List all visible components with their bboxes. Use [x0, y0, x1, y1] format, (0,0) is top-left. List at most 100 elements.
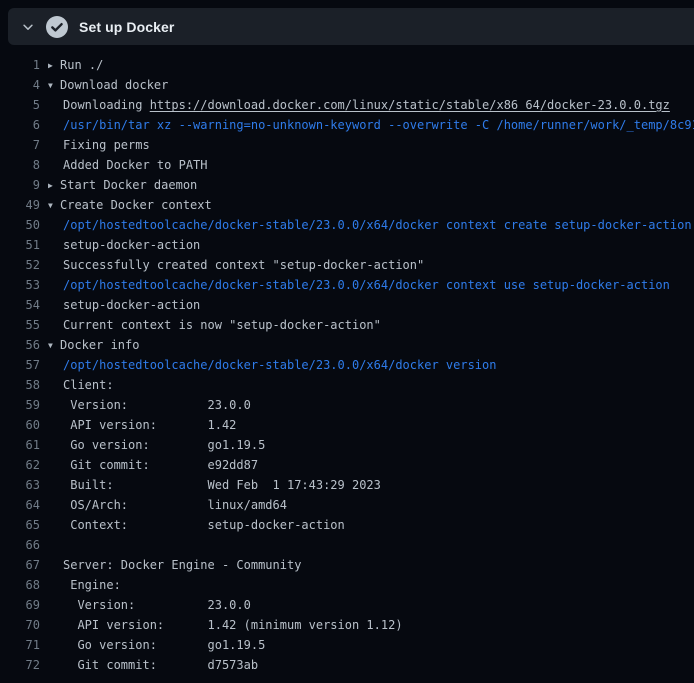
line-number[interactable]: 59 — [0, 395, 40, 415]
log-line: 50/opt/hostedtoolcache/docker-stable/23.… — [0, 215, 694, 235]
log-line: 57/opt/hostedtoolcache/docker-stable/23.… — [0, 355, 694, 375]
line-number[interactable]: 49 — [0, 195, 40, 215]
line-number[interactable]: 65 — [0, 515, 40, 535]
log-line: 53/opt/hostedtoolcache/docker-stable/23.… — [0, 275, 694, 295]
line-number[interactable]: 53 — [0, 275, 40, 295]
log-text: Git commit: e92dd87 — [48, 455, 694, 475]
line-number[interactable]: 5 — [0, 95, 40, 115]
line-number[interactable]: 68 — [0, 575, 40, 595]
log-line: 5 Downloading https://download.docker.com… — [0, 95, 694, 115]
line-number[interactable]: 52 — [0, 255, 40, 275]
log-line: 4 ▼Download docker — [0, 75, 694, 95]
line-number[interactable]: 61 — [0, 435, 40, 455]
step-title: Set up Docker — [79, 19, 174, 35]
log-text: API version: 1.42 (minimum version 1.12) — [48, 615, 694, 635]
log-text: Downloading https://download.docker.com/… — [48, 95, 694, 115]
log-group-toggle[interactable]: ▼Create Docker context — [48, 195, 694, 215]
triangle-expanded-icon: ▼ — [48, 336, 60, 355]
log-line: 67Server: Docker Engine - Community — [0, 555, 694, 575]
line-number[interactable]: 7 — [0, 135, 40, 155]
success-icon — [46, 16, 68, 38]
line-number[interactable]: 71 — [0, 635, 40, 655]
log-text — [48, 535, 694, 555]
log-line: 63 Built: Wed Feb 1 17:43:29 2023 — [0, 475, 694, 495]
log-text: API version: 1.42 — [48, 415, 694, 435]
line-number[interactable]: 54 — [0, 295, 40, 315]
log-text: Git commit: d7573ab — [48, 655, 694, 675]
log-text: /usr/bin/tar xz --warning=no-unknown-key… — [48, 115, 694, 135]
log-line: 64 OS/Arch: linux/amd64 — [0, 495, 694, 515]
line-number[interactable]: 63 — [0, 475, 40, 495]
log-line: 51 setup-docker-action — [0, 235, 694, 255]
line-number[interactable]: 9 — [0, 175, 40, 195]
log-line: 71 Go version: go1.19.5 — [0, 635, 694, 655]
log-line: 52 Successfully created context "setup-do… — [0, 255, 694, 275]
actions-log-viewer: Set up Docker 1▶Run ./4▼Download docker5… — [0, 0, 694, 683]
log-text: setup-docker-action — [48, 295, 694, 315]
log-line: 6/usr/bin/tar xz --warning=no-unknown-ke… — [0, 115, 694, 135]
line-number[interactable]: 64 — [0, 495, 40, 515]
log-line: 49 ▼Create Docker context — [0, 195, 694, 215]
log-line: 66 — [0, 535, 694, 555]
line-number[interactable]: 62 — [0, 455, 40, 475]
line-number[interactable]: 72 — [0, 655, 40, 675]
line-number[interactable]: 51 — [0, 235, 40, 255]
log-line: 55 Current context is now "setup-docker-a… — [0, 315, 694, 335]
log-line: 69 Version: 23.0.0 — [0, 595, 694, 615]
line-number[interactable]: 55 — [0, 315, 40, 335]
log-line: 1 ▶Run ./ — [0, 55, 694, 75]
log-text: /opt/hostedtoolcache/docker-stable/23.0.… — [48, 275, 694, 295]
log-line: 9 ▶Start Docker daemon — [0, 175, 694, 195]
log-line: 59 Version: 23.0.0 — [0, 395, 694, 415]
line-number[interactable]: 8 — [0, 155, 40, 175]
line-number[interactable]: 56 — [0, 335, 40, 355]
line-number[interactable]: 69 — [0, 595, 40, 615]
log-line: 60 API version: 1.42 — [0, 415, 694, 435]
line-number[interactable]: 70 — [0, 615, 40, 635]
log-line: 58 Client: — [0, 375, 694, 395]
log-text: Added Docker to PATH — [48, 155, 694, 175]
log-text: Successfully created context "setup-dock… — [48, 255, 694, 275]
log-line: 61 Go version: go1.19.5 — [0, 435, 694, 455]
group-title: Download docker — [60, 78, 168, 92]
log-line: 54 setup-docker-action — [0, 295, 694, 315]
log-text: OS/Arch: linux/amd64 — [48, 495, 694, 515]
log-group-toggle[interactable]: ▶Run ./ — [48, 55, 694, 75]
log-lines: 1▶Run ./4▼Download docker5Downloading ht… — [0, 45, 694, 683]
line-number[interactable]: 67 — [0, 555, 40, 575]
triangle-expanded-icon: ▼ — [48, 76, 60, 95]
group-title: Start Docker daemon — [60, 178, 197, 192]
log-line: 7 Fixing perms — [0, 135, 694, 155]
log-text: Current context is now "setup-docker-act… — [48, 315, 694, 335]
line-number[interactable]: 60 — [0, 415, 40, 435]
log-text: Go version: go1.19.5 — [48, 435, 694, 455]
log-text: setup-docker-action — [48, 235, 694, 255]
line-number[interactable]: 66 — [0, 535, 40, 555]
log-text: /opt/hostedtoolcache/docker-stable/23.0.… — [48, 355, 694, 375]
line-number[interactable]: 50 — [0, 215, 40, 235]
log-text: Built: Wed Feb 1 17:43:29 2023 — [48, 475, 694, 495]
log-group-toggle[interactable]: ▼Download docker — [48, 75, 694, 95]
line-number[interactable]: 6 — [0, 115, 40, 135]
triangle-collapsed-icon: ▶ — [48, 56, 60, 75]
log-text: Engine: — [48, 575, 694, 595]
log-line: 72 Git commit: d7573ab — [0, 655, 694, 675]
log-text: Version: 23.0.0 — [48, 595, 694, 615]
log-line: 8 Added Docker to PATH — [0, 155, 694, 175]
line-number[interactable]: 4 — [0, 75, 40, 95]
log-link[interactable]: https://download.docker.com/linux/static… — [150, 98, 670, 112]
log-group-toggle[interactable]: ▶Start Docker daemon — [48, 175, 694, 195]
log-text: Fixing perms — [48, 135, 694, 155]
log-group-toggle[interactable]: ▼Docker info — [48, 335, 694, 355]
line-number[interactable]: 1 — [0, 55, 40, 75]
chevron-down-icon[interactable] — [20, 19, 36, 35]
log-text: Client: — [48, 375, 694, 395]
group-title: Docker info — [60, 338, 139, 352]
line-number[interactable]: 58 — [0, 375, 40, 395]
log-line: 65 Context: setup-docker-action — [0, 515, 694, 535]
log-text: /opt/hostedtoolcache/docker-stable/23.0.… — [48, 215, 694, 235]
log-line: 62 Git commit: e92dd87 — [0, 455, 694, 475]
step-header[interactable]: Set up Docker — [8, 8, 694, 45]
log-line: 56 ▼Docker info — [0, 335, 694, 355]
line-number[interactable]: 57 — [0, 355, 40, 375]
